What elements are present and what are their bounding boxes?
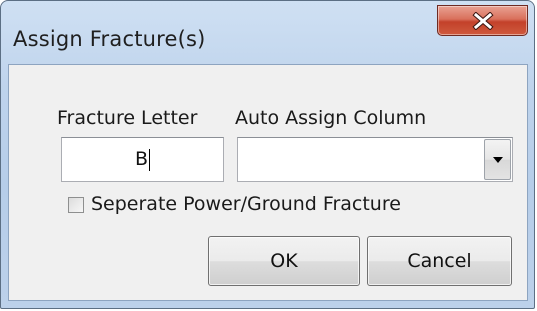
window-title: Assign Fracture(s) (13, 27, 206, 51)
close-button[interactable] (437, 5, 528, 36)
close-x-icon (472, 12, 494, 30)
fracture-letter-value: B (134, 148, 149, 170)
cancel-button[interactable]: Cancel (367, 236, 512, 286)
dropdown-button[interactable] (484, 139, 511, 180)
text-caret (149, 148, 151, 171)
ok-button[interactable]: OK (208, 236, 360, 286)
dialog-body: Fracture Letter Auto Assign Column B Sep… (8, 64, 528, 301)
auto-assign-column-select[interactable] (237, 137, 513, 182)
auto-assign-column-label: Auto Assign Column (235, 107, 427, 129)
fracture-letter-input[interactable]: B (61, 137, 224, 182)
separate-power-ground-label[interactable]: Seperate Power/Ground Fracture (91, 193, 401, 215)
assign-fracture-dialog: Assign Fracture(s) Fracture Letter Auto … (0, 0, 535, 309)
fracture-letter-label: Fracture Letter (57, 107, 198, 129)
separate-power-ground-checkbox[interactable] (68, 197, 84, 213)
chevron-down-icon (493, 157, 503, 163)
title-bar[interactable]: Assign Fracture(s) (1, 1, 534, 63)
